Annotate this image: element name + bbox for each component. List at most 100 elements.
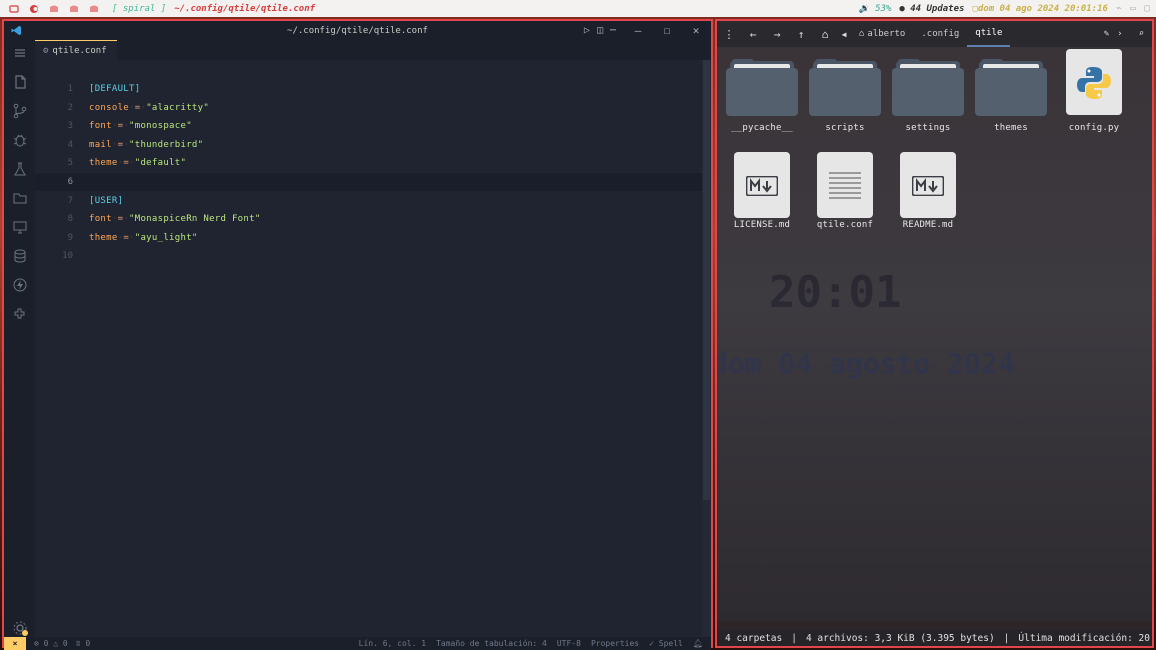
config-key: theme bbox=[89, 232, 118, 243]
language-mode[interactable]: Properties bbox=[591, 639, 639, 648]
debug-icon[interactable] bbox=[12, 132, 28, 148]
code-line[interactable]: 6 bbox=[35, 173, 711, 191]
config-key: theme bbox=[89, 158, 118, 169]
database-icon[interactable] bbox=[12, 248, 28, 264]
spell-indicator[interactable]: ✓ Spell bbox=[649, 639, 683, 648]
python-file-icon bbox=[1058, 49, 1130, 115]
code-line[interactable]: 2 console·=·"alacritty" bbox=[35, 99, 711, 117]
updates-indicator[interactable]: ● 44 Updates bbox=[899, 4, 964, 14]
up-arrow-icon[interactable]: ↑ bbox=[789, 28, 813, 41]
config-value: "MonaspiceRn Nerd Font" bbox=[129, 214, 261, 225]
editor-scrollbar[interactable] bbox=[702, 60, 711, 637]
forward-arrow-icon[interactable]: → bbox=[765, 28, 789, 41]
folder-item[interactable]: __pycache__ bbox=[722, 55, 802, 133]
remote-explorer-icon[interactable] bbox=[12, 219, 28, 235]
folder-icon bbox=[726, 55, 798, 116]
file-view[interactable]: 20:01 dom 04 agosto 2024 __pycache__ scri… bbox=[717, 47, 1152, 621]
tray-screen-icon[interactable]: ▢ bbox=[1144, 3, 1150, 14]
errors-count: 0 bbox=[43, 639, 49, 648]
folders-count: 4 carpetas bbox=[725, 632, 783, 644]
breadcrumb-qtile[interactable]: qtile bbox=[967, 21, 1011, 47]
code-line[interactable]: 10 bbox=[35, 247, 711, 265]
maximize-button[interactable]: ☐ bbox=[660, 24, 674, 37]
line-content: theme·=·"default" bbox=[89, 158, 187, 169]
cursor-position[interactable]: Lín. 6, col. 1 bbox=[359, 639, 426, 648]
config-key: mail bbox=[89, 139, 112, 150]
config-value: "thunderbird" bbox=[129, 139, 204, 150]
ports-indicator[interactable]: ʬ 0 bbox=[76, 639, 90, 648]
lightning-icon[interactable] bbox=[12, 277, 28, 293]
file-item[interactable]: README.md bbox=[888, 152, 968, 230]
explorer-icon[interactable] bbox=[12, 74, 28, 90]
folder-item[interactable]: themes bbox=[971, 55, 1051, 133]
workspace-1-icon[interactable] bbox=[24, 4, 44, 14]
workspace-4-icon[interactable] bbox=[84, 4, 104, 14]
code-line[interactable]: 8 font·=·"MonaspiceRn Nerd Font" bbox=[35, 210, 711, 228]
warnings-count: 0 bbox=[62, 639, 68, 648]
line-content: [USER] bbox=[89, 196, 123, 206]
close-button[interactable]: ✕ bbox=[689, 24, 703, 37]
code-line[interactable]: 3 font·=·"monospace" bbox=[35, 117, 711, 135]
folder-item[interactable]: settings bbox=[888, 55, 968, 133]
qtile-top-bar: [ spiral ] ~/.config/qtile/qtile.conf 🔉 … bbox=[0, 0, 1156, 17]
folder-item[interactable]: scripts bbox=[805, 55, 885, 133]
ports-count: 0 bbox=[85, 639, 91, 648]
line-content: console·=·"alacritty" bbox=[89, 102, 210, 113]
menu-dots-icon[interactable]: ⋮ bbox=[717, 28, 741, 41]
editor-tab-bar: ⚙ qtile.conf bbox=[35, 40, 711, 60]
line-number: 6 bbox=[67, 177, 73, 187]
source-control-icon[interactable] bbox=[12, 103, 28, 119]
markdown-file-icon bbox=[892, 152, 964, 218]
breadcrumb-left-icon[interactable]: ◀ bbox=[837, 30, 851, 39]
remote-indicator-icon[interactable]: ⨯ bbox=[4, 637, 26, 650]
run-icon[interactable]: ▷ bbox=[584, 25, 590, 36]
launcher-icon[interactable] bbox=[4, 4, 24, 14]
minimize-button[interactable]: — bbox=[631, 24, 645, 37]
search-icon[interactable]: ⌕ bbox=[1139, 29, 1144, 39]
code-line[interactable]: 4 mail·=·"thunderbird" bbox=[35, 136, 711, 154]
back-arrow-icon[interactable]: ← bbox=[741, 28, 765, 41]
layout-indicator[interactable]: [ spiral ] bbox=[112, 4, 166, 14]
section-header: [USER] bbox=[89, 195, 124, 206]
file-item[interactable]: LICENSE.md bbox=[722, 152, 802, 230]
line-number: 8 bbox=[67, 214, 73, 225]
breadcrumb-right-icon[interactable]: › bbox=[1117, 29, 1122, 39]
tab-size[interactable]: Tamaño de tabulación: 4 bbox=[436, 639, 547, 648]
config-key: console bbox=[89, 102, 130, 113]
more-actions-icon[interactable]: ⋯ bbox=[610, 25, 616, 36]
vscode-window: ~/.config/qtile/qtile.conf ▷ ◫ ⋯ — ☐ ✕ ⚙… bbox=[2, 19, 713, 650]
project-manager-icon[interactable] bbox=[12, 190, 28, 206]
manage-gear-icon[interactable] bbox=[12, 620, 28, 636]
split-editor-icon[interactable]: ◫ bbox=[597, 25, 603, 36]
file-manager-header: ⋮ ← → ↑ ⌂ ◀ ⌂ alberto .config qtile ✎ › ⌕ bbox=[717, 21, 1152, 47]
testing-icon[interactable] bbox=[12, 161, 28, 177]
code-line[interactable]: 7 [USER] bbox=[35, 192, 711, 210]
home-icon[interactable]: ⌂ bbox=[813, 28, 837, 41]
notifications-bell-icon[interactable]: 🔔︎ bbox=[693, 639, 703, 648]
code-line[interactable]: 5 theme·=·"default" bbox=[35, 154, 711, 172]
tray-window-icon[interactable]: ▭ bbox=[1130, 3, 1136, 14]
file-item[interactable]: config.py bbox=[1054, 49, 1134, 133]
workspace-3-icon[interactable] bbox=[64, 4, 84, 14]
files-summary: 4 archivos: 3,3 KiB (3.395 bytes) bbox=[805, 632, 995, 644]
file-item[interactable]: qtile.conf bbox=[805, 152, 885, 230]
code-line[interactable]: 1 [DEFAULT] bbox=[35, 80, 711, 98]
code-editor[interactable]: 1 [DEFAULT] 2 console·=·"alacritty" 3 font·=·… bbox=[35, 60, 711, 637]
vscode-logo-icon bbox=[11, 25, 22, 36]
tray-link-icon[interactable]: ⌁ bbox=[1116, 3, 1122, 14]
file-encoding[interactable]: UTF-8 bbox=[557, 639, 581, 648]
focused-window-title: ~/.config/qtile/qtile.conf bbox=[174, 3, 316, 14]
code-line[interactable]: 9 theme·=·"ayu_light" bbox=[35, 229, 711, 247]
extensions-icon[interactable] bbox=[12, 306, 28, 322]
home-small-icon: ⌂ bbox=[859, 29, 865, 39]
edit-pencil-icon[interactable]: ✎ bbox=[1104, 29, 1109, 39]
breadcrumb-config[interactable]: .config bbox=[913, 29, 967, 39]
menu-icon[interactable] bbox=[12, 45, 28, 61]
line-number: 4 bbox=[67, 139, 73, 150]
text-file-icon bbox=[809, 152, 881, 218]
tab-qtile-conf[interactable]: ⚙ qtile.conf bbox=[35, 40, 117, 60]
clock-value: dom 04 ago 2024 20:01:16 bbox=[977, 3, 1108, 14]
problems-indicator[interactable]: ⊗ 0 △ 0 bbox=[34, 639, 68, 648]
workspace-2-icon[interactable] bbox=[44, 4, 64, 14]
breadcrumb-home[interactable]: ⌂ alberto bbox=[851, 29, 913, 39]
